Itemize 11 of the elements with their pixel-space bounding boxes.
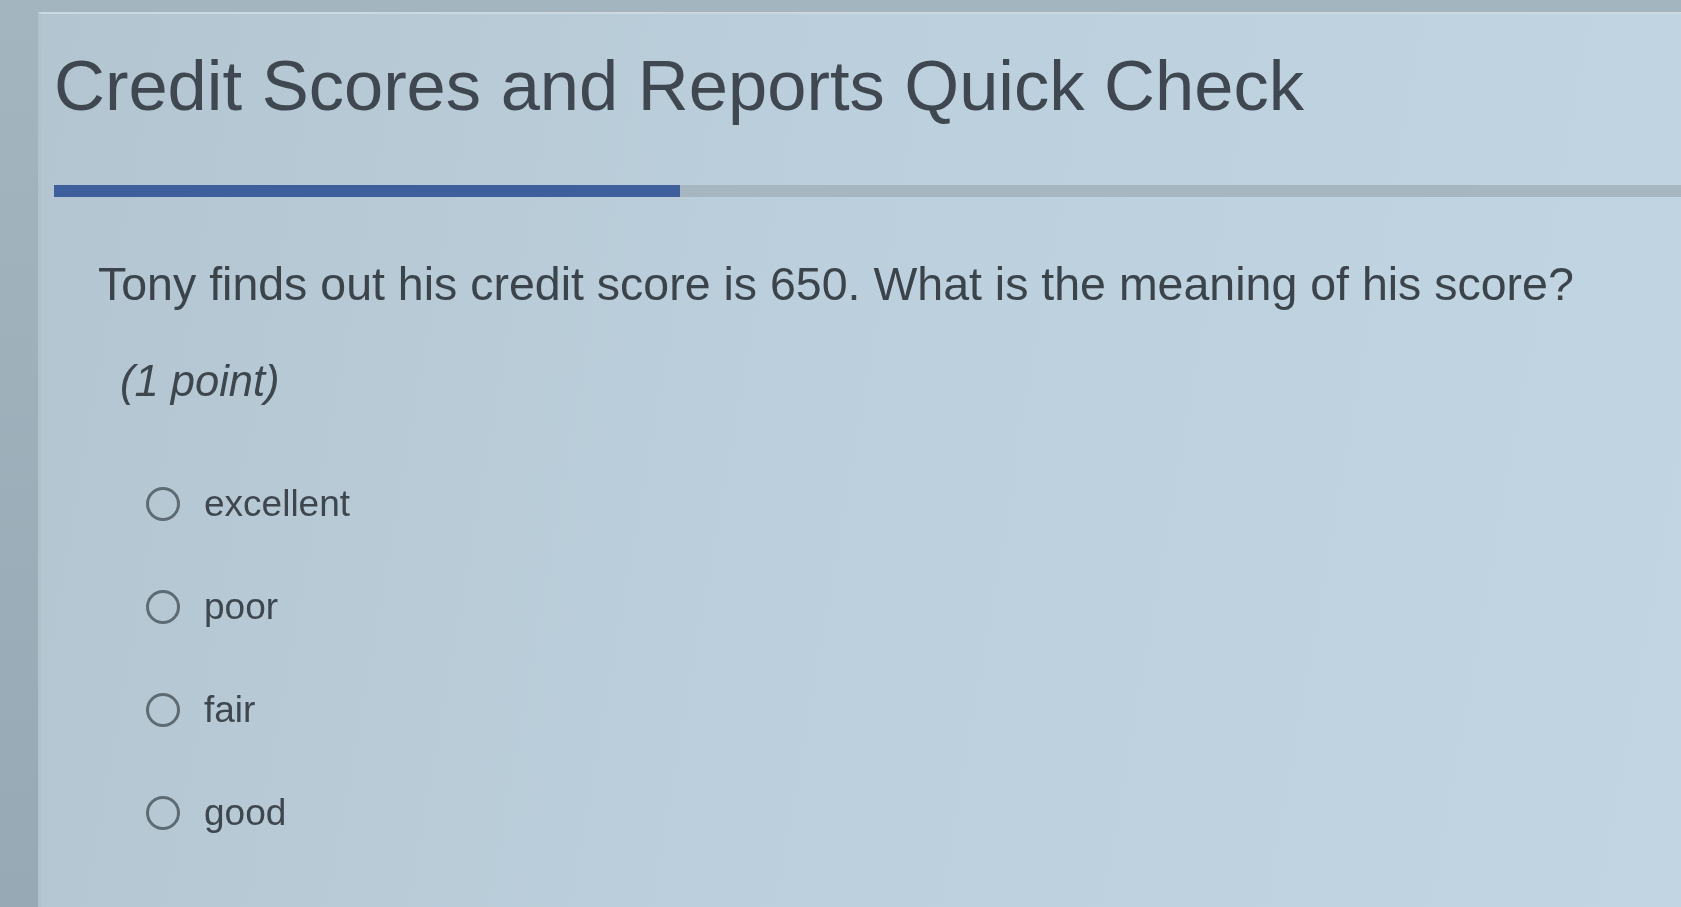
option-label[interactable]: good <box>204 793 287 833</box>
radio-button[interactable] <box>146 590 180 624</box>
quiz-title: Credit Scores and Reports Quick Check <box>54 46 1304 126</box>
option-label[interactable]: fair <box>204 690 256 730</box>
option-label[interactable]: poor <box>204 587 279 627</box>
radio-button[interactable] <box>146 487 180 521</box>
radio-button[interactable] <box>146 796 180 830</box>
radio-button[interactable] <box>146 693 180 727</box>
option-label[interactable]: excellent <box>204 484 351 524</box>
question-text: Tony finds out his credit score is 650. What is the meaning of his score? <box>98 257 1574 312</box>
points-label: (1 point) <box>120 356 280 407</box>
